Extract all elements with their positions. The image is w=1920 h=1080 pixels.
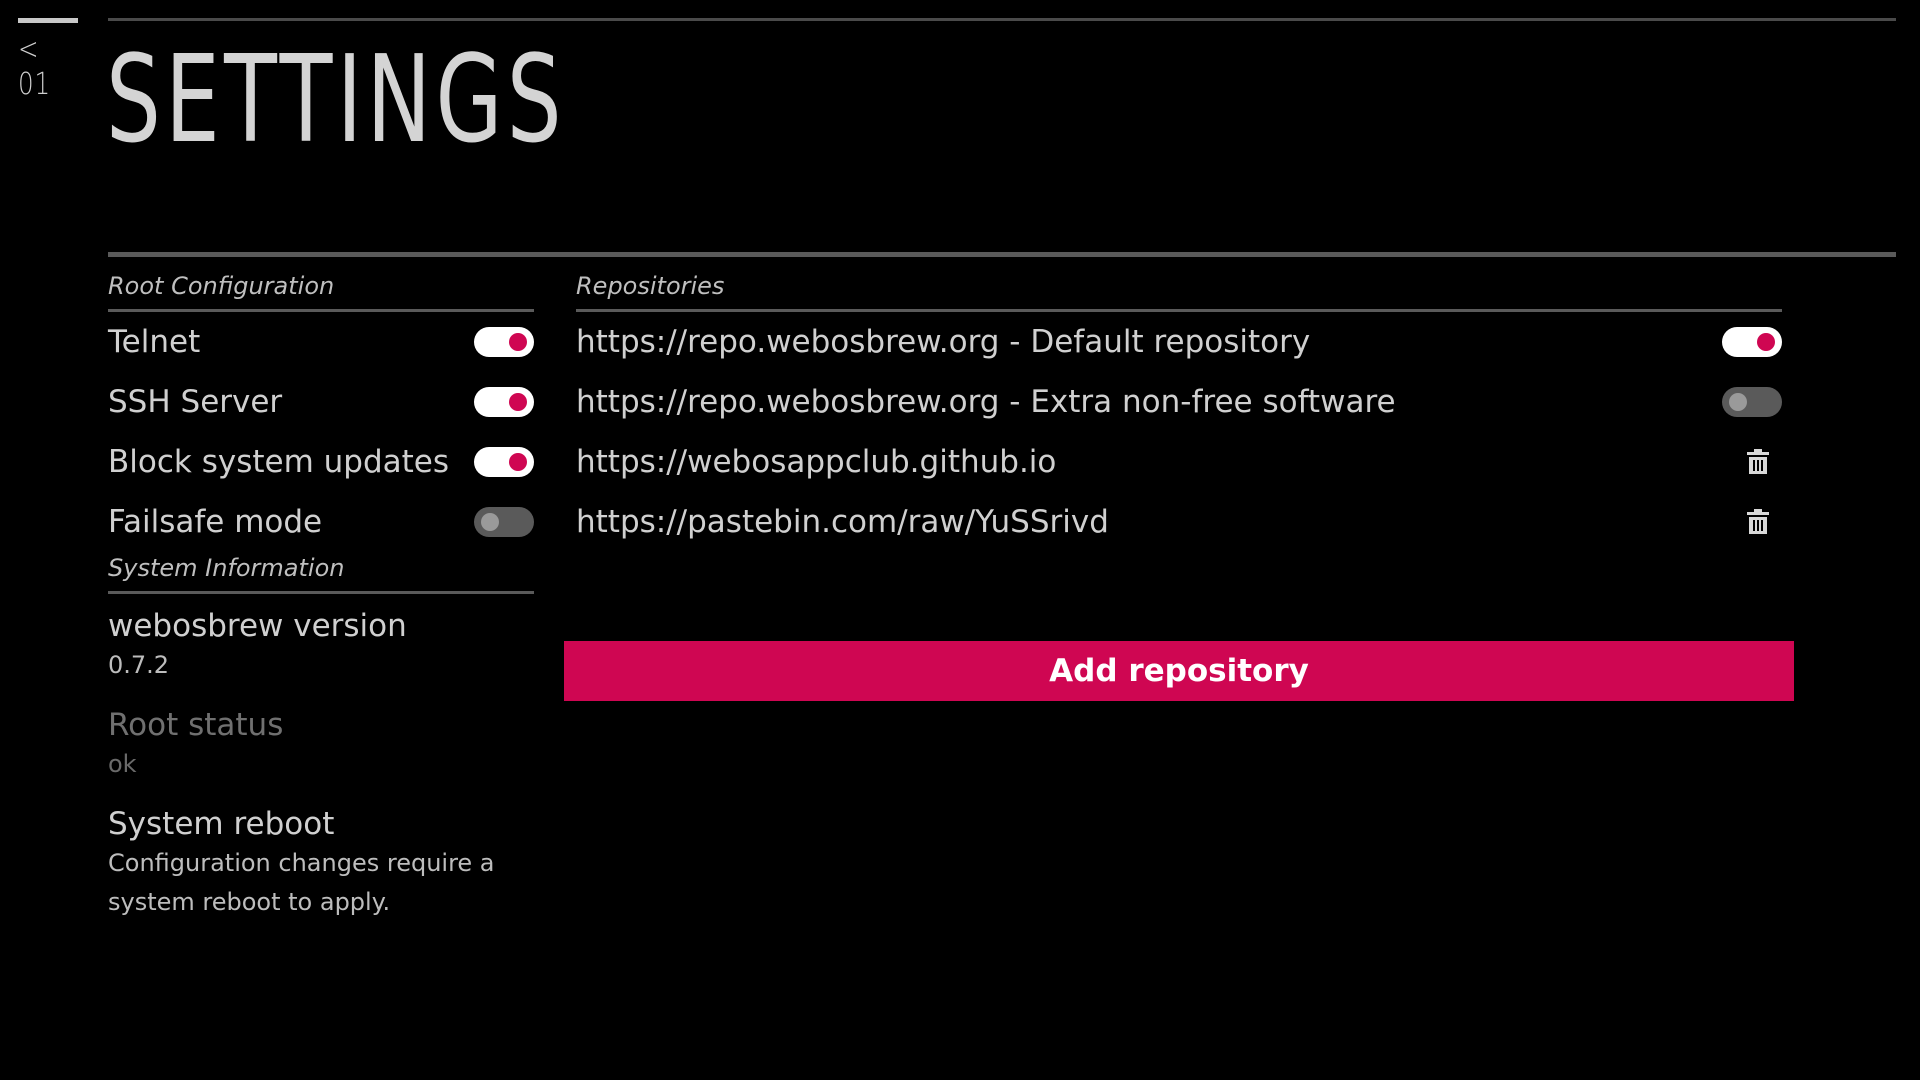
left-column: Root Configuration Telnet SSH Server Block…: [108, 272, 534, 922]
toggle-knob: [1729, 393, 1747, 411]
toggle-knob: [1757, 333, 1775, 351]
version-title: webosbrew version: [108, 608, 407, 644]
toggle-knob: [509, 393, 527, 411]
repository-toggle[interactable]: [1722, 327, 1782, 357]
root-config-item-failsafe-mode[interactable]: Failsafe mode: [108, 492, 534, 552]
system-reboot-title: System reboot: [108, 806, 335, 842]
toggle-knob: [481, 513, 499, 531]
right-column: Repositories https://repo.webosbrew.org …: [576, 272, 1782, 552]
repository-item[interactable]: https://repo.webosbrew.org - Extra non-f…: [576, 372, 1782, 432]
toggle-knob: [509, 333, 527, 351]
add-repository-button[interactable]: Add repository: [564, 641, 1794, 701]
root-config-item-label: Failsafe mode: [108, 504, 323, 540]
repository-item[interactable]: https://webosappclub.github.io: [576, 432, 1782, 492]
system-reboot-description: Configuration changes require a system r…: [108, 849, 495, 916]
ssh-server-toggle[interactable]: [474, 387, 534, 417]
back-bar: [18, 18, 78, 23]
root-status-title: Root status: [108, 707, 284, 743]
repository-toggle[interactable]: [1722, 387, 1782, 417]
page-title: SETTINGS: [106, 31, 566, 170]
repository-url: https://pastebin.com/raw/YuSSrivd: [576, 504, 1109, 540]
root-config-item-label: Telnet: [108, 324, 201, 360]
root-status-value: ok: [108, 750, 137, 778]
repository-url: https://repo.webosbrew.org - Extra non-f…: [576, 384, 1396, 420]
root-config-list: Telnet SSH Server Block system updates Fail…: [108, 312, 534, 552]
root-config-item-label: Block system updates: [108, 444, 449, 480]
root-status-item: Root status ok: [108, 707, 534, 784]
repository-list: https://repo.webosbrew.org - Default rep…: [576, 312, 1782, 552]
back-label: < 01: [18, 32, 51, 102]
repository-item[interactable]: https://pastebin.com/raw/YuSSrivd: [576, 492, 1782, 552]
trash-icon[interactable]: [1746, 508, 1770, 536]
telnet-toggle[interactable]: [474, 327, 534, 357]
system-info-heading: System Information: [108, 554, 534, 594]
system-reboot-button[interactable]: System reboot Configuration changes requ…: [108, 806, 534, 922]
header-divider: [108, 252, 1896, 257]
toggle-knob: [509, 453, 527, 471]
root-config-item-label: SSH Server: [108, 384, 283, 420]
root-config-item-ssh-server[interactable]: SSH Server: [108, 372, 534, 432]
back-button[interactable]: < 01: [18, 18, 78, 102]
repository-url: https://repo.webosbrew.org - Default rep…: [576, 324, 1311, 360]
version-value: 0.7.2: [108, 651, 170, 679]
root-config-item-telnet[interactable]: Telnet: [108, 312, 534, 372]
root-config-heading: Root Configuration: [108, 272, 534, 312]
repository-item[interactable]: https://repo.webosbrew.org - Default rep…: [576, 312, 1782, 372]
root-config-item-block-system-updates[interactable]: Block system updates: [108, 432, 534, 492]
settings-page: < 01 SETTINGS Root Configuration Telnet S…: [0, 0, 1920, 1080]
repositories-heading: Repositories: [576, 272, 1782, 312]
failsafe-mode-toggle[interactable]: [474, 507, 534, 537]
block-system-updates-toggle[interactable]: [474, 447, 534, 477]
top-divider: [108, 18, 1896, 21]
version-item: webosbrew version 0.7.2: [108, 608, 534, 685]
trash-icon[interactable]: [1746, 448, 1770, 476]
repository-url: https://webosappclub.github.io: [576, 444, 1057, 480]
